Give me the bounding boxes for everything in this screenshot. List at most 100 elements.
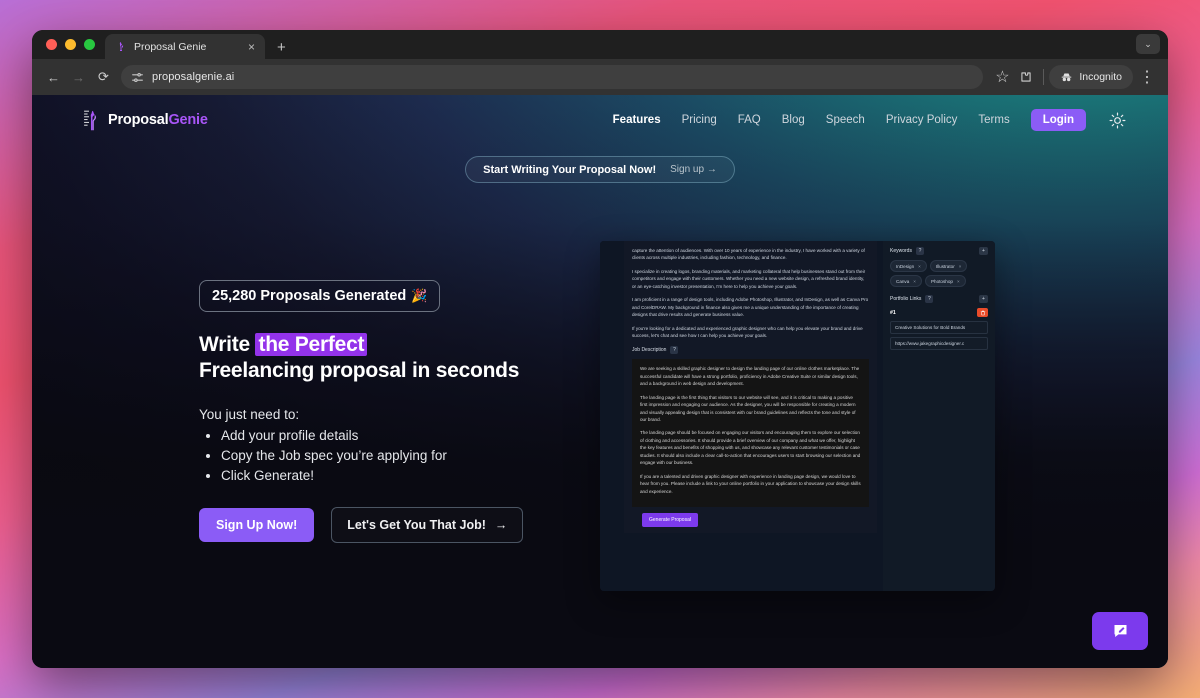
genie-lamp-icon	[84, 110, 96, 130]
need-list: Add your profile details Copy the Job sp…	[221, 426, 529, 486]
proposal-paragraph: I specialize in creating logos, branding…	[632, 268, 866, 289]
proposal-text-area[interactable]: capture the attention of audiences. With…	[624, 241, 877, 533]
proposals-generated-text: 25,280 Proposals Generated	[212, 288, 407, 304]
new-tab-button[interactable]: +	[277, 40, 286, 55]
keyword-chip[interactable]: InDesign ×	[890, 260, 927, 272]
get-you-that-job-label: Let's Get You That Job!	[347, 517, 486, 532]
sun-icon[interactable]	[1109, 112, 1126, 129]
address-bar[interactable]: proposalgenie.ai	[121, 65, 984, 89]
party-popper-icon: 🎉	[411, 288, 428, 303]
extensions-icon[interactable]	[1014, 65, 1038, 89]
delete-portfolio-link-button[interactable]	[977, 308, 988, 317]
nav-link-blog[interactable]: Blog	[782, 114, 805, 126]
proposal-paragraph: If you're looking for a dedicated and ex…	[632, 325, 863, 338]
keyword-chip[interactable]: Photoshop ×	[924, 275, 966, 287]
app-preview-editor: capture the attention of audiences. With…	[600, 241, 883, 591]
nav-link-speech[interactable]: Speech	[826, 114, 865, 126]
list-item: Add your profile details	[221, 426, 529, 446]
job-description-paragraph: If you are a talented and driven graphic…	[640, 473, 861, 494]
add-keyword-button[interactable]: +	[979, 247, 988, 255]
minimize-window-button[interactable]	[65, 39, 76, 50]
keywords-title: Keywords	[890, 248, 912, 254]
logo-text-part1: Proposal	[108, 112, 169, 128]
toolbar-divider	[1043, 69, 1045, 85]
site-logo-text: ProposalGenie	[108, 112, 208, 128]
hero-cta-row: Sign Up Now! Let's Get You That Job! →	[199, 506, 529, 543]
sign-up-now-button[interactable]: Sign Up Now!	[199, 507, 315, 542]
app-preview-sidebar: Keywords ? + InDesign × Illustrator × Canv…	[883, 241, 995, 591]
keyword-chip-label: Canva	[896, 278, 910, 284]
keyword-chip[interactable]: Canva ×	[890, 275, 922, 287]
help-icon[interactable]: ?	[925, 295, 934, 303]
help-icon[interactable]: ?	[915, 247, 924, 255]
app-preview-left-rail	[600, 241, 624, 591]
app-preview-screenshot: capture the attention of audiences. With…	[600, 241, 995, 591]
remove-chip-icon[interactable]: ×	[913, 279, 916, 284]
add-portfolio-link-button[interactable]: +	[979, 295, 988, 303]
genie-lamp-icon	[119, 41, 124, 51]
headline-pre: Write	[199, 333, 256, 356]
job-description-label-text: Job Description	[632, 347, 667, 354]
feedback-chat-button[interactable]	[1092, 612, 1148, 650]
address-bar-url: proposalgenie.ai	[152, 71, 235, 83]
keyword-chip-label: Illustrator	[935, 263, 955, 269]
logo-text-part2: Genie	[168, 112, 208, 128]
need-title: You just need to:	[199, 406, 300, 422]
page-viewport: ProposalGenie Features Pricing FAQ Blog …	[32, 95, 1168, 668]
get-you-that-job-button[interactable]: Let's Get You That Job! →	[331, 506, 524, 543]
close-window-button[interactable]	[46, 39, 57, 50]
remove-chip-icon[interactable]: ×	[918, 264, 921, 269]
remove-chip-icon[interactable]: ×	[959, 264, 962, 269]
nav-link-features[interactable]: Features	[613, 114, 661, 126]
promo-banner[interactable]: Start Writing Your Proposal Now! Sign up…	[465, 156, 735, 183]
nav-link-faq[interactable]: FAQ	[738, 114, 761, 126]
keywords-panel-header: Keywords ? +	[890, 247, 988, 255]
incognito-hat-icon	[1062, 72, 1072, 81]
help-icon[interactable]: ?	[670, 346, 679, 355]
generate-proposal-button[interactable]: Generate Proposal	[642, 512, 698, 527]
tab-title: Proposal Genie	[134, 40, 207, 53]
portfolio-url-input[interactable]: https://www.jakegraphicdesigner.c	[890, 337, 988, 350]
keyword-chip[interactable]: Illustrator ×	[929, 260, 968, 272]
job-description-paragraph: We are seeking a skilled graphic designe…	[640, 366, 860, 387]
arrow-right-icon: →	[494, 517, 508, 532]
portfolio-title-input[interactable]: Creative Solutions for Bold Brands	[890, 321, 988, 334]
proposal-paragraph: I am proficient in a range of design too…	[632, 297, 869, 318]
window-traffic-lights	[44, 30, 105, 59]
site-header: ProposalGenie Features Pricing FAQ Blog …	[32, 95, 1168, 145]
close-tab-icon[interactable]: ×	[246, 41, 257, 53]
login-button[interactable]: Login	[1030, 109, 1086, 131]
window-chevron-icon[interactable]: ⌄	[1136, 34, 1160, 54]
promo-banner-wrap: Start Writing Your Proposal Now! Sign up…	[32, 156, 1168, 183]
portfolio-entry-header: #1	[890, 308, 988, 317]
feedback-pen-icon	[1114, 625, 1126, 637]
browser-tab-strip: Proposal Genie × + ⌄	[32, 30, 1168, 59]
portfolio-links-panel-header: Portfolio Links ? +	[890, 295, 988, 303]
bookmark-star-icon[interactable]: ☆	[990, 65, 1014, 89]
job-description-paragraph: The landing page should be focused on en…	[640, 430, 861, 466]
list-item: Click Generate!	[221, 466, 529, 486]
browser-menu-icon[interactable]: ⋮	[1135, 65, 1159, 89]
promo-signup-link[interactable]: Sign up →	[670, 164, 717, 175]
browser-toolbar: ← → ⟳ proposalgenie.ai ☆ Incognito ⋮	[32, 59, 1168, 95]
portfolio-entry-number: #1	[890, 309, 896, 316]
reload-button[interactable]: ⟳	[91, 65, 116, 90]
keyword-chip-list: InDesign × Illustrator × Canva × Photoshop ×	[890, 260, 988, 287]
back-button[interactable]: ←	[41, 65, 66, 90]
hero-section: 25,280 Proposals Generated 🎉 Write the P…	[199, 280, 529, 543]
promo-banner-text: Start Writing Your Proposal Now!	[483, 163, 657, 176]
job-description-textarea[interactable]: We are seeking a skilled graphic designe…	[632, 359, 869, 507]
proposal-paragraph: capture the attention of audiences. With…	[632, 248, 865, 261]
nav-link-privacy-policy[interactable]: Privacy Policy	[886, 114, 958, 126]
forward-button[interactable]: →	[66, 65, 91, 90]
nav-link-pricing[interactable]: Pricing	[682, 114, 717, 126]
site-settings-tune-icon[interactable]	[131, 71, 144, 84]
incognito-indicator[interactable]: Incognito	[1049, 65, 1133, 89]
site-logo[interactable]: ProposalGenie	[84, 110, 208, 131]
remove-chip-icon[interactable]: ×	[957, 279, 960, 284]
keyword-chip-label: InDesign	[896, 263, 915, 269]
headline-highlight: the Perfect	[255, 333, 368, 356]
browser-tab[interactable]: Proposal Genie ×	[105, 34, 265, 59]
maximize-window-button[interactable]	[84, 39, 95, 50]
nav-link-terms[interactable]: Terms	[978, 114, 1009, 126]
